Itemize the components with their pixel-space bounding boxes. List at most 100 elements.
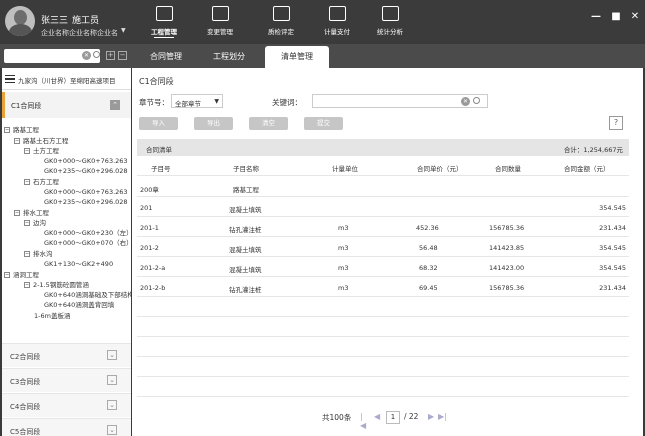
user-role: 施工员 — [72, 16, 100, 26]
contract-label: C1合同段 — [11, 102, 42, 110]
tree-leaf[interactable]: GK0+235～GK0+296.028 — [44, 165, 128, 175]
collapse-icon[interactable]: ⌃ — [110, 100, 120, 110]
submit-button[interactable]: 提交 — [304, 117, 343, 130]
table-row-empty — [137, 337, 629, 357]
tree-leaf[interactable]: GK0+000～GK0+763.263 — [44, 186, 128, 196]
contract-c2-header[interactable]: C2合同段 ⌄ — [2, 343, 131, 367]
tree-leaf[interactable]: 1-6m盖板涵 — [34, 310, 70, 320]
expand-icon[interactable]: − — [4, 127, 10, 133]
tree-node[interactable]: − 涵洞工程 — [4, 269, 39, 279]
first-page-icon[interactable]: |◀ — [360, 412, 366, 430]
expand-icon[interactable]: − — [24, 251, 30, 257]
keyword-input[interactable]: ✕ — [312, 94, 488, 108]
tree-leaf[interactable]: GK0+000～GK0+763.263 — [44, 155, 128, 165]
org-name[interactable]: 企业名称企业名称企业名 — [41, 28, 118, 38]
table-row-empty — [137, 317, 629, 337]
list-icon — [5, 75, 15, 83]
tree-leaf[interactable]: GK1+130～GK2+490 — [44, 258, 113, 268]
contract-c1-header[interactable]: C1合同段 ⌃ — [2, 92, 131, 118]
contract-c3-header[interactable]: C3合同段 ⌄ — [2, 368, 131, 392]
next-page-icon[interactable]: ▶ — [428, 412, 434, 421]
search-icon[interactable] — [93, 51, 100, 58]
expand-icon[interactable]: ⌄ — [107, 350, 117, 360]
title-bar: 张三三 施工员 企业名称企业名称企业名 ▼ 工程管理 变更管理 质检评定 计量支… — [0, 0, 645, 42]
search-icon[interactable] — [473, 97, 480, 104]
change-icon — [212, 6, 229, 21]
contract-label: C5合同段 — [10, 428, 41, 436]
tree-node[interactable]: − 石方工程 — [24, 176, 59, 186]
minimize-icon[interactable]: — — [590, 11, 602, 23]
clear-button[interactable]: 清空 — [249, 117, 288, 130]
avatar[interactable] — [5, 6, 35, 36]
tree-node[interactable]: − 边沟 — [24, 217, 46, 227]
tree-leaf[interactable]: GK0+640涵洞盖背回填 — [44, 299, 114, 309]
column-header: 计量单位 — [332, 165, 358, 173]
sidebar-search-input[interactable]: ✕ — [4, 49, 100, 63]
topnav-quality[interactable]: 质检评定 — [262, 0, 300, 42]
column-header: 子目号 — [151, 165, 171, 173]
stats-icon — [382, 6, 399, 21]
help-icon[interactable]: ? — [609, 116, 623, 130]
contract-c4-header[interactable]: C4合同段 ⌄ — [2, 393, 131, 417]
tab-bill[interactable]: 清单管理 — [265, 46, 329, 68]
prev-page-icon[interactable]: ◀ — [374, 412, 380, 421]
topnav-change[interactable]: 变更管理 — [202, 0, 238, 42]
table-header-bar: 合同清单 合计：1,254,667元 — [137, 139, 629, 156]
contract-c5-header[interactable]: C5合同段 ⌄ — [2, 418, 131, 436]
tree-node[interactable]: − 路基土石方工程 — [14, 135, 69, 145]
tree-node[interactable]: −2-1.5钢筋砼圆管涵 — [24, 279, 89, 289]
avatar-body — [9, 24, 32, 36]
chapter-select[interactable]: 全部章节 ▼ — [171, 94, 223, 108]
tree-node[interactable]: − 排水沟 — [24, 248, 53, 258]
tree-leaf[interactable]: GK0+000～GK0+230（左） — [44, 227, 133, 237]
quality-icon — [273, 6, 290, 21]
topnav-stats[interactable]: 统计分析 — [371, 0, 409, 42]
column-header: 合同数量 — [495, 165, 521, 173]
page-count: / 22 — [404, 412, 419, 421]
last-page-icon[interactable]: ▶| — [438, 412, 447, 421]
expand-icon[interactable]: − — [24, 282, 30, 288]
contract-label: C3合同段 — [10, 378, 41, 386]
export-button[interactable]: 导出 — [194, 117, 233, 130]
page-title: C1合同段 — [139, 77, 174, 86]
tree-node[interactable]: − 排水工程 — [14, 207, 49, 217]
topnav-project[interactable]: 工程管理 — [146, 0, 182, 42]
expand-icon[interactable]: − — [14, 210, 20, 216]
expand-all-icon[interactable]: + — [106, 51, 115, 60]
tree-node[interactable]: − 土方工程 — [24, 145, 59, 155]
project-header[interactable]: 九家沟（川甘界）至绵阳高速项目 — [2, 68, 131, 90]
expand-icon[interactable]: ⌄ — [107, 375, 117, 385]
table-row[interactable]: 200章 路基工程 — [137, 177, 629, 197]
tree-node[interactable]: − 路基工程 — [4, 124, 39, 134]
main-panel: C1合同段 章节号： 全部章节 ▼ 关键词： ✕ 导入 导出 清空 提交 ? 合… — [132, 68, 643, 436]
clear-icon[interactable]: ✕ — [82, 51, 91, 60]
import-button[interactable]: 导入 — [139, 117, 178, 130]
expand-icon[interactable]: − — [24, 148, 30, 154]
expand-icon[interactable]: − — [14, 138, 20, 144]
caret-down-icon[interactable]: ▼ — [121, 27, 126, 34]
table-row[interactable]: 201-2-b 钻孔灌注桩 m3 69.45 156785.36 231.434 — [137, 277, 629, 297]
table-row[interactable]: 201 混凝土填筑 354.545 — [137, 197, 629, 217]
expand-icon[interactable]: − — [24, 179, 30, 185]
table-row[interactable]: 201-2-a 混凝土填筑 m3 68.32 141423.00 354.545 — [137, 257, 629, 277]
tree-leaf[interactable]: GK0+235～GK0+296.028 — [44, 196, 128, 206]
tab-contract[interactable]: 合同管理 — [137, 46, 195, 68]
collapse-all-icon[interactable]: − — [118, 51, 127, 60]
expand-icon[interactable]: ⌄ — [107, 425, 117, 435]
table-title: 合同清单 — [146, 146, 172, 154]
table-row[interactable]: 201-2 混凝土填筑 m3 56.48 141423.85 354.545 — [137, 237, 629, 257]
page-input[interactable]: 1 — [386, 411, 400, 424]
clear-icon[interactable]: ✕ — [461, 97, 470, 106]
expand-icon[interactable]: − — [24, 220, 30, 226]
close-icon[interactable]: ✕ — [629, 11, 641, 23]
maximize-icon[interactable]: ■ — [610, 11, 622, 23]
tree-leaf[interactable]: GK0+000～GK0+070（右） — [44, 237, 133, 247]
expand-icon[interactable]: − — [4, 272, 10, 278]
tab-division[interactable]: 工程划分 — [200, 46, 258, 68]
table-row[interactable]: 201-1 钻孔灌注桩 m3 452.36 156785.36 231.434 — [137, 217, 629, 237]
topnav-label: 质检评定 — [268, 28, 294, 36]
expand-icon[interactable]: ⌄ — [107, 400, 117, 410]
chapter-value: 全部章节 — [175, 100, 201, 108]
tree-leaf[interactable]: GK0+640涵洞基础及下部结构 — [44, 289, 134, 299]
topnav-payment[interactable]: 计量支付 — [318, 0, 356, 42]
